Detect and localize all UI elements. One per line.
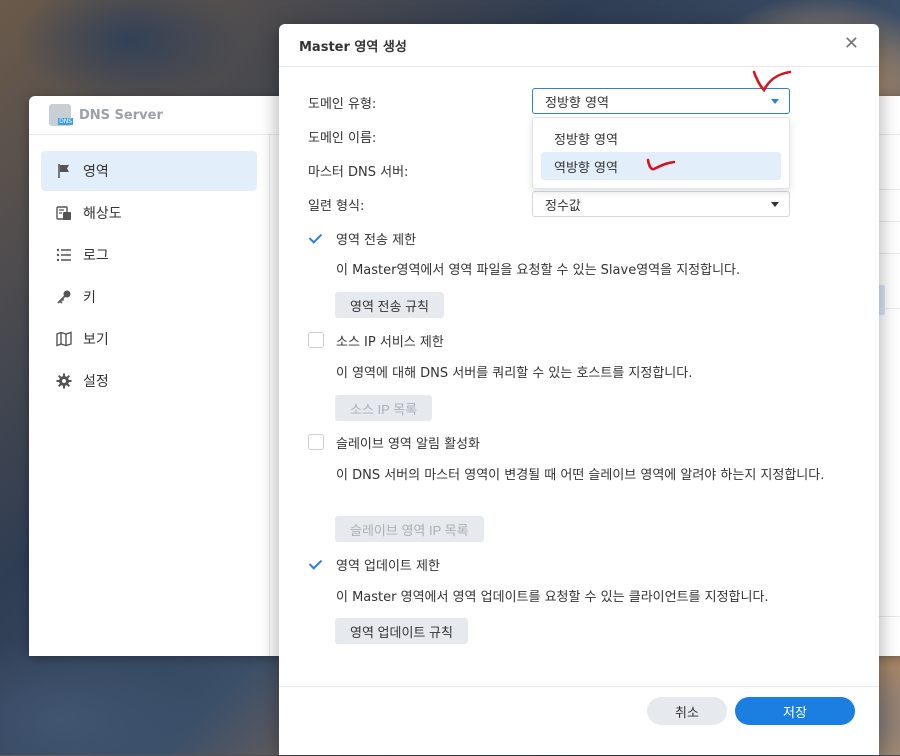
dialog-footer: 취소 저장 [279, 686, 879, 756]
sidebar-item-resolution[interactable]: 해상도 [41, 193, 257, 233]
source-ip-desc: 이 영역에 대해 DNS 서버를 쿼리할 수 있는 호스트를 지정합니다. [336, 366, 693, 381]
zone-transfer-rules-button[interactable]: 영역 전송 규칙 [335, 292, 444, 318]
close-icon[interactable]: ✕ [844, 35, 859, 53]
serial-format-label: 일련 형식: [308, 198, 365, 214]
domain-name-row: 도메인 이름: [308, 122, 376, 150]
master-dns-label: 마스터 DNS 서버: [308, 164, 409, 180]
master-dns-row: 마스터 DNS 서버: [308, 156, 408, 184]
zone-update-label: 영역 업데이트 제한 [336, 558, 440, 574]
option-forward-zone[interactable]: 정방향 영역 [541, 124, 781, 152]
domain-type-row: 도메인 유형: [308, 88, 376, 116]
dialog-header: Master 영역 생성 ✕ [279, 24, 879, 67]
dns-server-logo-icon [49, 104, 74, 126]
cancel-button[interactable]: 취소 [647, 697, 727, 725]
sidebar-item-settings[interactable]: 설정 [41, 361, 257, 401]
chevron-down-icon [771, 202, 779, 207]
zone-transfer-option[interactable]: 영역 전송 제한 [308, 228, 416, 248]
source-ip-label: 소스 IP 서비스 제한 [336, 334, 444, 350]
zone-transfer-desc: 이 Master영역에서 영역 파일을 요청할 수 있는 Slave영역을 지정… [336, 263, 741, 278]
sidebar-item-label: 설정 [83, 374, 109, 390]
serial-format-row: 일련 형식: [308, 190, 364, 218]
slave-notify-checkbox[interactable] [308, 434, 324, 450]
sidebar-item-label: 해상도 [83, 206, 122, 222]
zone-update-desc: 이 Master 영역에서 영역 업데이트를 요청할 수 있는 클라이언트를 지… [336, 590, 769, 605]
sidebar-item-label: 로그 [83, 248, 109, 264]
key-icon [55, 288, 73, 306]
app-title: DNS Server [79, 107, 163, 123]
slave-zone-ip-list-button[interactable]: 슬레이브 영역 IP 목록 [335, 516, 484, 542]
zone-transfer-checkbox[interactable] [308, 230, 324, 246]
domain-type-dropdown: 정방향 영역 역방향 영역 [532, 117, 790, 189]
domain-type-label: 도메인 유형: [308, 96, 377, 112]
sidebar-item-log[interactable]: 로그 [41, 235, 257, 275]
domain-name-label: 도메인 이름: [308, 130, 377, 146]
zone-transfer-label: 영역 전송 제한 [336, 232, 417, 248]
zone-update-rules-button[interactable]: 영역 업데이트 규칙 [335, 618, 468, 644]
domain-type-select[interactable]: 정방향 영역 [532, 88, 790, 114]
source-ip-checkbox[interactable] [308, 332, 324, 348]
gear-icon [55, 372, 73, 390]
option-reverse-zone[interactable]: 역방향 영역 [541, 152, 781, 180]
dialog-title: Master 영역 생성 [299, 39, 407, 55]
zone-update-option[interactable]: 영역 업데이트 제한 [308, 554, 440, 574]
sidebar-item-zone[interactable]: 영역 [41, 151, 257, 191]
source-ip-list-button[interactable]: 소스 IP 목록 [335, 395, 433, 421]
sidebar-item-key[interactable]: 키 [41, 277, 257, 317]
slave-notify-option[interactable]: 슬레이브 영역 알림 활성화 [308, 432, 480, 452]
domain-type-value: 정방향 영역 [545, 95, 609, 111]
list-icon [55, 246, 73, 264]
chevron-down-icon [771, 99, 779, 104]
resolution-icon [55, 204, 73, 222]
serial-format-value: 정수값 [545, 198, 581, 214]
slave-notify-label: 슬레이브 영역 알림 활성화 [336, 436, 480, 452]
sidebar-item-label: 영역 [83, 164, 109, 180]
save-button[interactable]: 저장 [735, 697, 855, 725]
sidebar-item-view[interactable]: 보기 [41, 319, 257, 359]
map-icon [55, 330, 73, 348]
zone-update-checkbox[interactable] [308, 556, 324, 572]
slave-notify-desc: 이 DNS 서버의 마스터 영역이 변경될 때 어떤 슬레이브 영역에 알려야 … [336, 468, 825, 483]
source-ip-option[interactable]: 소스 IP 서비스 제한 [308, 330, 444, 350]
sidebar: 영역 해상도 로그 키 보기 설정 [29, 135, 270, 656]
sidebar-item-label: 키 [83, 290, 96, 306]
create-master-zone-dialog: Master 영역 생성 ✕ 도메인 유형: 정방향 영역 도메인 이름: 마스… [279, 24, 879, 755]
serial-format-select[interactable]: 정수값 [532, 191, 790, 217]
flag-icon [55, 162, 73, 180]
sidebar-item-label: 보기 [83, 332, 109, 348]
